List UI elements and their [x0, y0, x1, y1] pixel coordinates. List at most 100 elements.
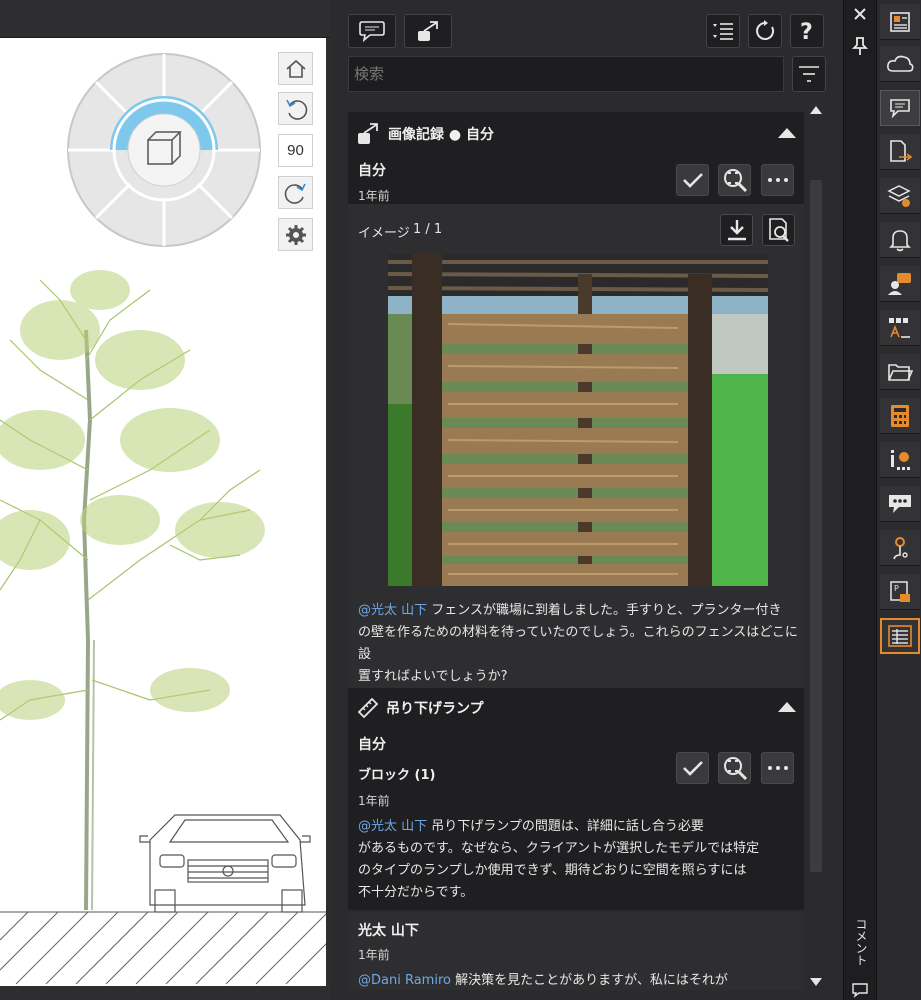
rail-text-style-button[interactable] — [880, 310, 920, 346]
folder-open-icon — [888, 363, 913, 381]
comment-list-scrollbar[interactable] — [806, 100, 826, 990]
user-comment-icon — [888, 272, 911, 295]
zoom-value: 90 — [287, 142, 304, 159]
canvas-bottom-bar — [0, 986, 330, 1000]
image-index: 1 / 1 — [413, 222, 443, 237]
rail-calculator-button[interactable] — [880, 398, 920, 434]
rail-user-comment-button[interactable] — [880, 266, 920, 302]
resolve-button[interactable] — [676, 752, 709, 784]
scroll-thumb[interactable] — [810, 180, 822, 872]
markup-card-header[interactable]: 画像記録 ● 自分 — [348, 112, 804, 156]
issue-card-header[interactable]: 吊り下げランプ — [348, 688, 804, 728]
zoom-to-button[interactable] — [718, 752, 751, 784]
svg-text:P: P — [894, 584, 899, 593]
bell-icon — [889, 229, 911, 251]
view-settings-button[interactable] — [278, 218, 313, 251]
reply-author: 光太 山下 — [358, 923, 419, 939]
rail-chat-button[interactable] — [880, 486, 920, 522]
sort-list-button[interactable] — [706, 14, 740, 48]
comment-tab-icon[interactable] — [851, 982, 869, 998]
mention-link[interactable]: @光太 山下 — [358, 603, 427, 618]
gear-icon — [285, 224, 306, 245]
search-input[interactable] — [348, 56, 784, 92]
calculator-icon — [891, 404, 909, 427]
home-icon — [285, 59, 306, 78]
rail-pin-location-button[interactable] — [880, 530, 920, 566]
issue-time: 1年前 — [358, 794, 390, 808]
map-pin-icon — [893, 536, 908, 559]
close-icon[interactable] — [852, 6, 868, 22]
collapse-arrow-icon[interactable] — [778, 128, 796, 138]
rail-folder-button[interactable] — [880, 354, 920, 390]
check-icon — [682, 173, 703, 188]
rail-schedule-button[interactable] — [880, 618, 920, 654]
ellipsis-icon — [767, 178, 788, 182]
issue-card: 自分 ブロック (1) 1年前 @光太 山下 吊り下げランプの問題は、詳細に話し… — [348, 728, 804, 910]
tool-rail: P — [876, 0, 921, 1000]
side-panel-label[interactable]: コメント — [848, 918, 870, 966]
zoom-value-box[interactable]: 90 — [278, 134, 313, 167]
canvas-top-bar — [0, 0, 330, 38]
rail-document-compare-button[interactable] — [880, 134, 920, 170]
help-button[interactable]: ? — [790, 14, 824, 48]
rail-comments-button[interactable] — [880, 90, 920, 126]
refresh-icon — [756, 20, 775, 40]
viewcube-wheel[interactable] — [64, 50, 264, 250]
markup-photo[interactable] — [388, 254, 768, 586]
filter-icon — [799, 66, 819, 82]
refresh-button[interactable] — [748, 14, 782, 48]
zoom-target-icon — [723, 169, 747, 193]
zoom-to-button[interactable] — [718, 164, 751, 196]
layers-gear-icon — [887, 184, 911, 207]
chat-bubble-icon — [889, 494, 911, 513]
rotate-left-button[interactable] — [278, 92, 313, 125]
scroll-up-icon[interactable] — [810, 106, 822, 114]
panel-control-column — [843, 0, 876, 1000]
rail-notifications-button[interactable] — [880, 222, 920, 258]
scroll-down-icon[interactable] — [810, 978, 822, 986]
issue-title: 吊り下げランプ — [386, 701, 484, 717]
download-button[interactable] — [720, 214, 753, 246]
new-comment-button[interactable] — [348, 14, 396, 48]
reply-comment: @Dani Ramiro 解決策を見たことがありますが、私にはそれが — [358, 973, 728, 988]
rail-publish-button[interactable]: P — [880, 574, 920, 610]
list-sort-icon — [713, 23, 733, 40]
info-gear-icon — [891, 449, 910, 470]
more-options-button[interactable] — [761, 752, 794, 784]
rail-info-settings-button[interactable] — [880, 442, 920, 478]
markup-time: 1年前 — [358, 189, 390, 203]
filter-button[interactable] — [792, 56, 826, 92]
check-icon — [682, 761, 703, 776]
document-compare-icon — [890, 139, 913, 162]
drawing-canvas[interactable]: 90 — [0, 0, 330, 1000]
publish-document-icon: P — [890, 580, 910, 602]
pin-icon[interactable] — [852, 36, 868, 56]
comments-panel: ? 画像記録 ● 自分 自分 1年前 イメージ 1 / 1 — [332, 0, 843, 1000]
svg-text:?: ? — [800, 20, 813, 43]
issue-author: 自分 — [358, 737, 386, 753]
home-view-button[interactable] — [278, 52, 313, 85]
reply-item: 光太 山下 1年前 @Dani Ramiro 解決策を見たことがありますが、私に… — [348, 912, 804, 990]
resolve-button[interactable] — [676, 164, 709, 196]
mention-link[interactable]: @光太 山下 — [358, 819, 427, 834]
more-options-button[interactable] — [761, 164, 794, 196]
markup-title: 画像記録 ● 自分 — [388, 127, 494, 143]
download-icon — [727, 220, 746, 241]
rail-properties-button[interactable] — [880, 4, 920, 40]
comment-list[interactable]: 画像記録 ● 自分 自分 1年前 イメージ 1 / 1 @光太 山下 フェンスが… — [348, 100, 804, 990]
collapse-arrow-icon[interactable] — [778, 702, 796, 712]
mention-link[interactable]: @Dani Ramiro — [358, 973, 451, 988]
rail-cloud-button[interactable] — [880, 46, 920, 82]
speech-bubble-icon — [359, 21, 385, 43]
image-label: イメージ — [358, 226, 410, 241]
markup-author: 自分 — [358, 163, 386, 179]
new-markup-button[interactable] — [404, 14, 452, 48]
zoom-target-icon — [723, 757, 747, 781]
rail-layers-settings-button[interactable] — [880, 178, 920, 214]
ellipsis-icon — [767, 766, 788, 770]
schedule-table-icon — [888, 625, 912, 647]
markup-comment: @光太 山下 フェンスが職場に到着しました。手すりと、プランター付き の壁を作る… — [358, 603, 798, 684]
image-preview-button[interactable] — [762, 214, 795, 246]
rotate-right-button[interactable] — [278, 176, 313, 209]
document-search-icon — [768, 218, 789, 242]
